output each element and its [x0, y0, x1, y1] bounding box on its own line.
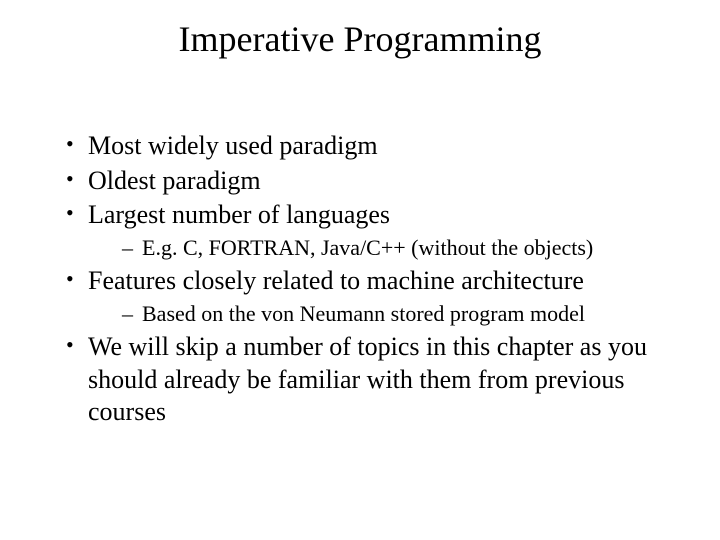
- sub-list-item: Based on the von Neumann stored program …: [118, 300, 660, 328]
- list-item: Oldest paradigm: [60, 165, 660, 198]
- list-item: Features closely related to machine arch…: [60, 265, 660, 327]
- sub-list-item: E.g. C, FORTRAN, Java/C++ (without the o…: [118, 234, 660, 262]
- list-item-text: Largest number of languages: [88, 200, 390, 229]
- bullet-list: Most widely used paradigm Oldest paradig…: [60, 130, 660, 429]
- slide-title: Imperative Programming: [60, 18, 660, 60]
- list-item-text: Features closely related to machine arch…: [88, 266, 584, 295]
- sub-list: E.g. C, FORTRAN, Java/C++ (without the o…: [88, 234, 660, 262]
- slide: Imperative Programming Most widely used …: [0, 0, 720, 540]
- list-item: We will skip a number of topics in this …: [60, 331, 660, 429]
- sub-list: Based on the von Neumann stored program …: [88, 300, 660, 328]
- list-item: Most widely used paradigm: [60, 130, 660, 163]
- list-item: Largest number of languages E.g. C, FORT…: [60, 199, 660, 261]
